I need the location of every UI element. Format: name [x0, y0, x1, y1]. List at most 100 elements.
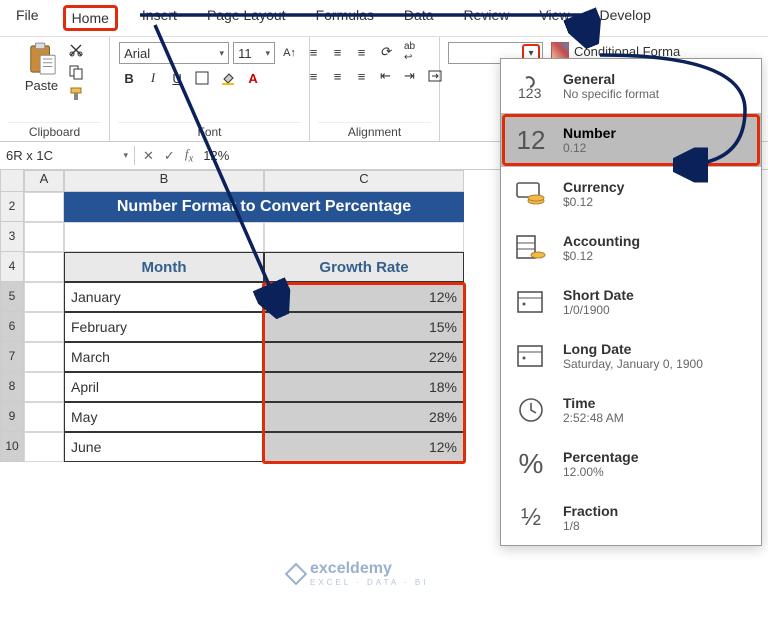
font-size-combo[interactable]: 11▾	[233, 42, 275, 64]
menu-file[interactable]: File	[10, 5, 45, 31]
cell[interactable]	[24, 312, 64, 342]
cell[interactable]	[24, 432, 64, 462]
option-sub: 2:52:48 AM	[563, 411, 624, 425]
menu-page-layout[interactable]: Page Layout	[201, 5, 292, 31]
menu-develop[interactable]: Develop	[594, 5, 657, 31]
cell-rate[interactable]: 22%	[264, 342, 464, 372]
align-left-icon[interactable]: ≡	[304, 66, 324, 86]
format-painter-icon[interactable]	[68, 86, 84, 102]
align-center-icon[interactable]: ≡	[328, 66, 348, 86]
format-option-currency[interactable]: Currency$0.12	[501, 167, 761, 221]
cell[interactable]	[24, 222, 64, 252]
fill-color-button[interactable]	[217, 68, 239, 88]
menu-review[interactable]: Review	[458, 5, 516, 31]
wrap-text-icon[interactable]: ab↩	[400, 42, 420, 62]
format-option-accounting[interactable]: Accounting$0.12	[501, 221, 761, 275]
col-header[interactable]: A	[24, 170, 64, 192]
fx-icon[interactable]: fx	[185, 146, 193, 165]
format-option-percentage[interactable]: % Percentage12.00%	[501, 437, 761, 491]
title-cell[interactable]: Number Format to Convert Percentage	[64, 192, 464, 222]
menu-data[interactable]: Data	[398, 5, 440, 31]
option-sub: 1/0/1900	[563, 303, 634, 317]
align-right-icon[interactable]: ≡	[352, 66, 372, 86]
option-sub: 0.12	[563, 141, 616, 155]
row-header[interactable]: 10	[0, 432, 24, 462]
format-option-fraction[interactable]: ½ Fraction1/8	[501, 491, 761, 545]
watermark-tag: EXCEL · DATA · BI	[310, 578, 428, 587]
cell[interactable]	[24, 192, 64, 222]
cell[interactable]	[24, 342, 64, 372]
cell-month[interactable]: January	[64, 282, 264, 312]
underline-button[interactable]: U	[167, 68, 187, 88]
header-cell-rate[interactable]: Growth Rate	[264, 252, 464, 282]
cell-rate[interactable]: 12%	[264, 282, 464, 312]
bold-button[interactable]: B	[119, 68, 139, 88]
font-color-button[interactable]: A	[243, 68, 263, 88]
name-box-value: 6R x 1C	[6, 148, 53, 163]
cell[interactable]	[24, 402, 64, 432]
cell-month[interactable]: March	[64, 342, 264, 372]
row-header[interactable]: 4	[0, 252, 24, 282]
col-header[interactable]: B	[64, 170, 264, 192]
menu-formulas[interactable]: Formulas	[310, 5, 380, 31]
menu-insert[interactable]: Insert	[136, 5, 183, 31]
row-header[interactable]: 7	[0, 342, 24, 372]
menu-home[interactable]: Home	[63, 5, 118, 31]
select-all-corner[interactable]	[0, 170, 24, 192]
number-format-dropdown: 123 GeneralNo specific format 12 Number0…	[500, 58, 762, 546]
cell[interactable]	[64, 222, 264, 252]
font-group-label: Font	[118, 122, 301, 141]
align-bottom-icon[interactable]: ≡	[352, 42, 372, 62]
cut-icon[interactable]	[68, 42, 84, 58]
col-header[interactable]: C	[264, 170, 464, 192]
paste-button[interactable]: Paste	[25, 42, 58, 93]
indent-increase-icon[interactable]: ⇥	[400, 66, 420, 86]
cell-month[interactable]: May	[64, 402, 264, 432]
grow-font-icon[interactable]: A↑	[279, 43, 300, 63]
cancel-icon[interactable]: ✕	[143, 148, 154, 164]
general-icon: 123	[513, 69, 549, 103]
align-top-icon[interactable]: ≡	[304, 42, 324, 62]
cell[interactable]	[264, 222, 464, 252]
orientation-icon[interactable]: ⟳	[376, 42, 396, 62]
cell-month[interactable]: April	[64, 372, 264, 402]
row-header[interactable]: 2	[0, 192, 24, 222]
format-option-long-date[interactable]: Long DateSaturday, January 0, 1900	[501, 329, 761, 383]
row-header[interactable]: 5	[0, 282, 24, 312]
italic-button[interactable]: I	[143, 68, 163, 88]
group-alignment: ≡ ≡ ≡ ⟳ ab↩ ≡ ≡ ≡ ⇤ ⇥ Alignment	[310, 37, 440, 141]
cell[interactable]	[24, 282, 64, 312]
row-header[interactable]: 9	[0, 402, 24, 432]
header-cell-month[interactable]: Month	[64, 252, 264, 282]
watermark: exceldemy EXCEL · DATA · BI	[288, 560, 428, 587]
border-button[interactable]	[191, 68, 213, 88]
copy-icon[interactable]	[68, 64, 84, 80]
cell-rate[interactable]: 28%	[264, 402, 464, 432]
format-option-number[interactable]: 12 Number0.12	[501, 113, 761, 167]
cell[interactable]	[24, 252, 64, 282]
row-header[interactable]: 3	[0, 222, 24, 252]
option-title: General	[563, 71, 659, 87]
group-font: Arial▾ 11▾ A↑ B I U A Font	[110, 37, 310, 141]
font-size-value: 11	[238, 46, 252, 61]
menu-view[interactable]: View	[533, 5, 575, 31]
format-option-short-date[interactable]: Short Date1/0/1900	[501, 275, 761, 329]
cell-rate[interactable]: 15%	[264, 312, 464, 342]
indent-decrease-icon[interactable]: ⇤	[376, 66, 396, 86]
name-box[interactable]: 6R x 1C ▾	[0, 146, 135, 165]
row-header[interactable]: 6	[0, 312, 24, 342]
chevron-down-icon[interactable]: ▾	[123, 150, 128, 161]
cell-month[interactable]: June	[64, 432, 264, 462]
font-name-combo[interactable]: Arial▾	[119, 42, 229, 64]
formula-bar-value[interactable]: 12%	[203, 148, 229, 163]
align-middle-icon[interactable]: ≡	[328, 42, 348, 62]
format-option-general[interactable]: 123 GeneralNo specific format	[501, 59, 761, 113]
confirm-icon[interactable]: ✓	[164, 148, 175, 164]
cell[interactable]	[24, 372, 64, 402]
format-option-time[interactable]: Time2:52:48 AM	[501, 383, 761, 437]
cell-rate[interactable]: 18%	[264, 372, 464, 402]
menu-bar: File Home Insert Page Layout Formulas Da…	[0, 0, 768, 37]
cell-rate[interactable]: 12%	[264, 432, 464, 462]
row-header[interactable]: 8	[0, 372, 24, 402]
cell-month[interactable]: February	[64, 312, 264, 342]
